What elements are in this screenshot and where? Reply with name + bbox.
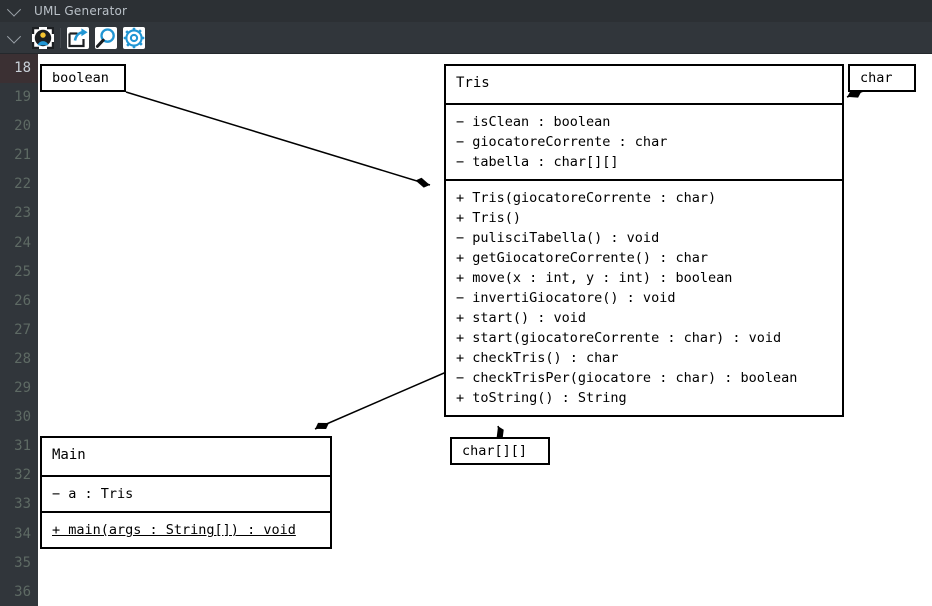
gutter-line-number: 36 <box>14 583 31 600</box>
class-name-main: Main <box>52 447 86 463</box>
window-collapse-chevron[interactable] <box>0 0 28 22</box>
gutter-line-number: 20 <box>14 118 31 135</box>
toolbar-collapse-chevron[interactable] <box>0 22 28 54</box>
gutter-line-number: 31 <box>14 438 31 455</box>
class-member-row: − invertiGiocatore() : void <box>456 290 676 306</box>
type-box-chararray[interactable]: char[][] <box>450 437 550 465</box>
settings-button[interactable] <box>121 25 147 51</box>
class-methods-main: + main(args : String[]) : void <box>42 511 330 547</box>
gutter-line-number: 19 <box>14 89 31 106</box>
type-box-label: boolean <box>52 70 109 86</box>
class-name-tris: Tris <box>456 75 490 91</box>
zoom-search-icon <box>95 26 117 49</box>
class-member-row: + checkTris() : char <box>456 350 619 366</box>
line-number-gutter: 1819202122232425262728293031323334353637… <box>0 54 38 606</box>
class-member-row: + Tris(giocatoreCorrente : char) <box>456 190 717 206</box>
gutter-line-number: 24 <box>14 234 31 251</box>
class-methods-tris: + Tris(giocatoreCorrente : char) + Tris()… <box>446 179 842 415</box>
type-box-boolean[interactable]: boolean <box>40 64 126 92</box>
gutter-line-number: 27 <box>14 321 31 338</box>
class-member-row: − checkTrisPer(giocatore : char) : boole… <box>456 370 798 386</box>
gutter-line-number: 25 <box>14 263 31 280</box>
window-title: UML Generator <box>34 4 128 18</box>
type-box-label: char <box>860 70 893 86</box>
generate-uml-button[interactable] <box>30 25 56 51</box>
gutter-line-number: 28 <box>14 350 31 367</box>
class-member-row: − giocatoreCorrente : char <box>456 134 668 150</box>
toolbar <box>0 22 932 54</box>
type-box-char[interactable]: char <box>848 64 916 92</box>
chevron-down-icon <box>6 29 22 44</box>
export-button[interactable] <box>65 25 91 51</box>
class-member-row: − isClean : boolean <box>456 114 611 130</box>
class-member-row: + main(args : String[]) : void <box>52 522 296 538</box>
class-member-row: − tabella : char[][] <box>456 154 619 170</box>
generate-uml-icon <box>32 26 54 49</box>
diagram-canvas[interactable]: boolean char char[][] Tris − isClean : b… <box>38 54 932 606</box>
gutter-line-number: 26 <box>14 292 31 309</box>
toolbar-buttons <box>30 25 147 51</box>
gutter-line-number: 32 <box>14 467 31 484</box>
uml-generator-window: UML Generator 18 19 20 21 22 23 24 25 26… <box>0 0 932 606</box>
gutter-line-number: 18 <box>0 54 38 84</box>
gutter-line-number: 29 <box>14 380 31 397</box>
edge-boolean-tris <box>125 91 431 188</box>
gutter-line-number: 30 <box>14 409 31 426</box>
class-box-tris[interactable]: Tris − isClean : boolean − giocatoreCorre… <box>444 64 844 417</box>
class-member-row: + toString() : String <box>456 390 627 406</box>
chevron-down-icon <box>6 2 22 17</box>
type-box-label: char[][] <box>462 443 528 459</box>
class-member-row: + Tris() <box>456 210 522 226</box>
class-member-row: + start(giocatoreCorrente : char) : void <box>456 330 782 346</box>
gutter-line-number: 35 <box>14 554 31 571</box>
settings-gear-icon <box>123 26 145 49</box>
gutter-line-number: 23 <box>14 205 31 222</box>
gutter-line-number: 34 <box>14 525 31 542</box>
edge-main-tris <box>314 369 452 430</box>
class-attributes-tris: − isClean : boolean − giocatoreCorrente :… <box>446 103 842 179</box>
class-box-main[interactable]: Main − a : Tris + main(args : String[]) … <box>40 436 332 549</box>
gutter-line-number: 33 <box>14 496 31 513</box>
toolbar-separator <box>60 27 61 48</box>
class-attributes-main: − a : Tris <box>42 475 330 511</box>
gutter-line-number: 21 <box>14 147 31 164</box>
class-member-row: − pulisciTabella() : void <box>456 230 660 246</box>
class-member-row: + move(x : int, y : int) : boolean <box>456 270 733 286</box>
export-icon <box>67 26 89 49</box>
class-member-row: + getGiocatoreCorrente() : char <box>456 250 708 266</box>
class-member-row: − a : Tris <box>52 486 134 502</box>
zoom-button[interactable] <box>93 25 119 51</box>
class-member-row: + start() : void <box>456 310 587 326</box>
title-bar: UML Generator <box>0 0 932 22</box>
gutter-line-number: 22 <box>14 176 31 193</box>
